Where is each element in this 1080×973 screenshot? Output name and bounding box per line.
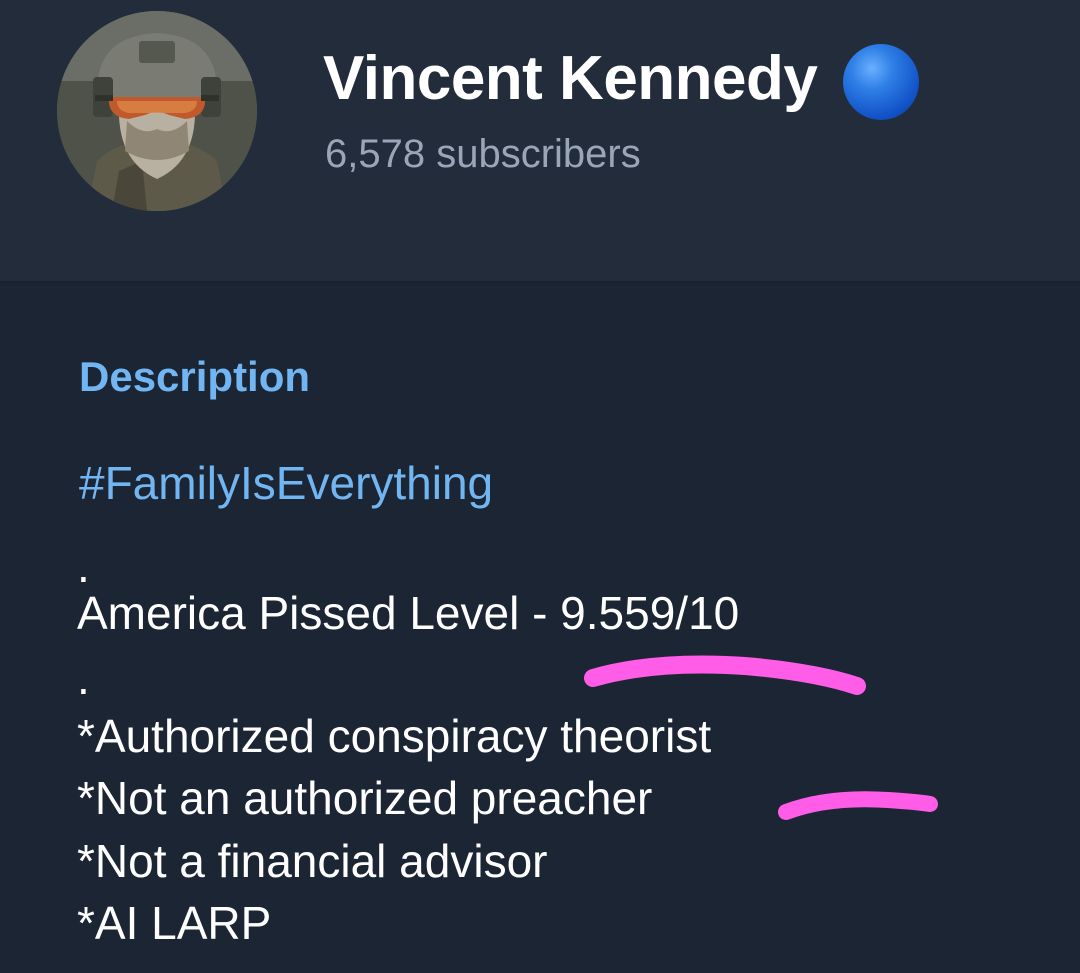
highlight-stroke: [584, 655, 866, 695]
channel-header: Vincent Kennedy 6,578 subscribers: [0, 0, 1080, 283]
subscriber-count: 6,578 subscribers: [325, 132, 641, 176]
channel-title: Vincent Kennedy: [323, 44, 818, 113]
description-line: America Pissed Level - 9.559/10: [77, 587, 740, 639]
channel-info-screen: Vincent Kennedy 6,578 subscribers Descri…: [0, 0, 1080, 973]
avatar-image: [57, 11, 257, 211]
description-line: *AI LARP: [77, 897, 272, 949]
description-line: .: [77, 652, 90, 704]
verified-icon: [843, 44, 919, 120]
hashtag-link[interactable]: #FamilyIsEverything: [79, 456, 493, 510]
description-line: .: [77, 540, 90, 592]
description-line: *Not an authorized preacher: [77, 772, 653, 824]
description-line: *Authorized conspiracy theorist: [77, 710, 712, 762]
description-heading: Description: [79, 353, 311, 400]
highlight-stroke: [778, 791, 938, 820]
description-line: *Not a financial advisor: [77, 835, 548, 887]
avatar[interactable]: [57, 11, 257, 211]
